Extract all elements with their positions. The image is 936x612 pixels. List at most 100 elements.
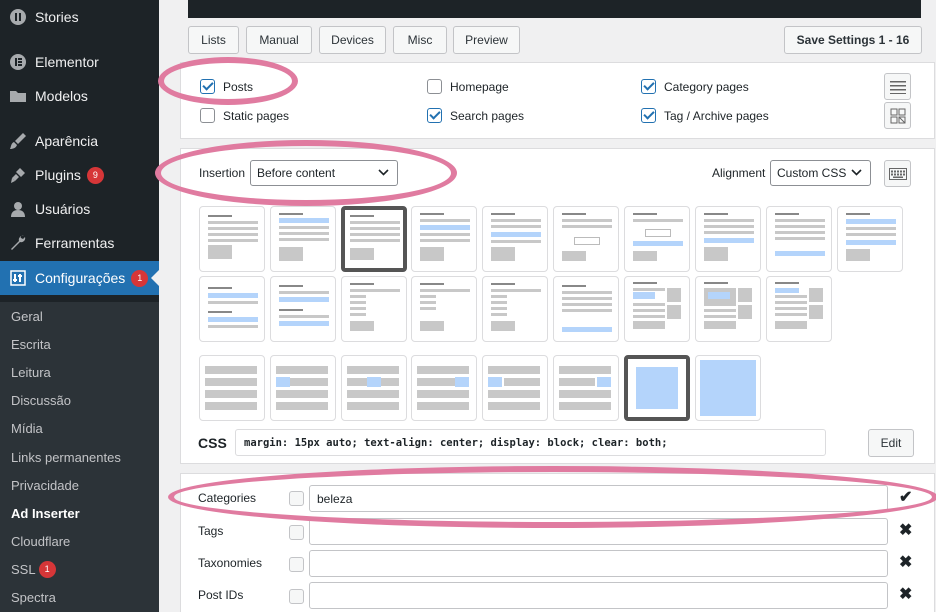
- submenu-item-cloudflare[interactable]: Cloudflare: [0, 528, 159, 556]
- qr-code-button[interactable]: [884, 102, 911, 129]
- submenu-item-ssl[interactable]: SSL 1: [0, 556, 159, 584]
- taxonomies-list-type-checkbox[interactable]: [289, 557, 304, 572]
- submenu-item-midia[interactable]: Mídia: [0, 415, 159, 443]
- tags-list-type-checkbox[interactable]: [289, 525, 304, 540]
- alignment-thumb-6[interactable]: [553, 206, 619, 272]
- alignment-thumb-20[interactable]: [199, 355, 265, 421]
- settings-badge: 1: [131, 269, 149, 287]
- search-pages-checkbox[interactable]: Search pages: [427, 108, 524, 123]
- submenu-item-ad-inserter[interactable]: Ad Inserter: [0, 499, 159, 527]
- alignment-thumb-16[interactable]: [553, 276, 619, 342]
- alignment-thumb-14[interactable]: [411, 276, 477, 342]
- menu-item-configuracoes[interactable]: Configurações 1: [0, 261, 159, 295]
- homepage-checkbox[interactable]: Homepage: [427, 79, 509, 94]
- chevron-down-icon: [851, 168, 862, 179]
- alignment-thumb-7[interactable]: [624, 206, 690, 272]
- alignment-thumb-before[interactable]: [270, 206, 336, 272]
- submenu-item-links-permanentes[interactable]: Links permanentes: [0, 443, 159, 471]
- settings-submenu: Geral Escrita Leitura Discussão Mídia Li…: [0, 302, 159, 612]
- submenu-item-privacidade[interactable]: Privacidade: [0, 471, 159, 499]
- menu-item-aparencia[interactable]: Aparência: [0, 124, 159, 158]
- plugins-update-badge: 9: [86, 166, 104, 184]
- checkbox-label: Search pages: [450, 108, 525, 123]
- submenu-item-escrita[interactable]: Escrita: [0, 330, 159, 358]
- categories-list-type-checkbox[interactable]: [289, 491, 304, 506]
- check-icon[interactable]: ✔: [899, 487, 912, 507]
- posts-checkbox[interactable]: Posts: [200, 79, 253, 94]
- alignment-thumb-24[interactable]: [482, 355, 548, 421]
- menu-item-stories[interactable]: Stories: [0, 0, 159, 34]
- alignment-thumb-23[interactable]: [411, 355, 477, 421]
- alignment-thumb-19[interactable]: [766, 276, 832, 342]
- tags-input[interactable]: [309, 518, 888, 545]
- submenu-item-geral[interactable]: Geral: [0, 302, 159, 330]
- menu-item-label: Usuários: [35, 201, 91, 217]
- css-code-field[interactable]: margin: 15px auto; text-align: center; d…: [235, 429, 826, 456]
- alignment-thumb-22[interactable]: [341, 355, 407, 421]
- taxonomies-label: Taxonomies: [198, 556, 263, 570]
- user-icon: [8, 199, 28, 219]
- alignment-thumb-sticky-selected[interactable]: [624, 355, 690, 421]
- alignment-thumb-5[interactable]: [482, 206, 548, 272]
- search-check-indicator: [427, 108, 442, 123]
- submenu-item-leitura[interactable]: Leitura: [0, 358, 159, 386]
- alignment-thumb-15[interactable]: [482, 276, 548, 342]
- alignment-thumb-default[interactable]: [199, 206, 265, 272]
- alignment-thumb-custom-selected[interactable]: [341, 206, 407, 272]
- page-types-panel: Posts Homepage Category pages Static pag…: [180, 62, 935, 139]
- checkbox-label: Category pages: [664, 79, 749, 94]
- menu-item-ferramentas[interactable]: Ferramentas: [0, 226, 159, 260]
- submenu-item-label: SSL: [11, 562, 36, 578]
- menu-item-plugins[interactable]: Plugins 9: [0, 158, 159, 192]
- list-toggle-button[interactable]: [884, 73, 911, 100]
- alignment-thumb-9[interactable]: [766, 206, 832, 272]
- submenu-item-spectra[interactable]: Spectra: [0, 584, 159, 612]
- taxonomies-input[interactable]: [309, 550, 888, 577]
- list-lines-icon: [889, 80, 906, 94]
- categories-input[interactable]: beleza: [309, 485, 888, 512]
- post-ids-list-type-checkbox[interactable]: [289, 589, 304, 604]
- alignment-thumb-4[interactable]: [411, 206, 477, 272]
- preview-button[interactable]: Preview: [453, 26, 520, 54]
- elementor-icon: [8, 52, 28, 72]
- checkbox-label: Homepage: [450, 79, 509, 94]
- lists-button[interactable]: Lists: [188, 26, 239, 54]
- menu-item-elementor[interactable]: Elementor: [0, 45, 159, 79]
- alignment-thumb-18[interactable]: [695, 276, 761, 342]
- tag-archive-pages-checkbox[interactable]: Tag / Archive pages: [641, 108, 769, 123]
- insertion-label: Insertion: [199, 166, 246, 180]
- insertion-select[interactable]: Before content: [250, 160, 398, 186]
- menu-item-usuarios[interactable]: Usuários: [0, 192, 159, 226]
- alignment-thumb-10[interactable]: [837, 206, 903, 272]
- alignment-thumb-21[interactable]: [270, 355, 336, 421]
- alignment-thumb-25[interactable]: [553, 355, 619, 421]
- alignment-thumb-13[interactable]: [341, 276, 407, 342]
- submenu-item-discussao[interactable]: Discussão: [0, 387, 159, 415]
- stories-icon: [8, 7, 28, 27]
- keyboard-button[interactable]: [884, 160, 911, 187]
- manual-button[interactable]: Manual: [246, 26, 312, 54]
- checkbox-label: Posts: [223, 79, 254, 94]
- misc-button[interactable]: Misc: [393, 26, 447, 54]
- close-icon[interactable]: ✖: [899, 584, 912, 604]
- insertion-panel: Insertion Before content Alignment Custo…: [180, 148, 935, 464]
- category-pages-checkbox[interactable]: Category pages: [641, 79, 749, 94]
- alignment-select[interactable]: Custom CSS: [770, 160, 871, 186]
- menu-item-label: Aparência: [35, 133, 99, 149]
- alignment-thumb-12[interactable]: [270, 276, 336, 342]
- menu-item-modelos[interactable]: Modelos: [0, 79, 159, 113]
- alignment-thumb-11[interactable]: [199, 276, 265, 342]
- alignment-thumb-full[interactable]: [695, 355, 761, 421]
- settings-icon: [8, 268, 28, 288]
- alignment-thumb-8[interactable]: [695, 206, 761, 272]
- edit-css-button[interactable]: Edit: [868, 429, 914, 457]
- brush-icon: [8, 131, 28, 151]
- save-settings-button[interactable]: Save Settings 1 - 16: [784, 26, 922, 54]
- devices-button[interactable]: Devices: [319, 26, 386, 54]
- post-ids-input[interactable]: [309, 582, 888, 609]
- close-icon[interactable]: ✖: [899, 552, 912, 572]
- ssl-badge: 1: [38, 561, 56, 579]
- alignment-thumb-17[interactable]: [624, 276, 690, 342]
- close-icon[interactable]: ✖: [899, 520, 912, 540]
- static-pages-checkbox[interactable]: Static pages: [200, 108, 289, 123]
